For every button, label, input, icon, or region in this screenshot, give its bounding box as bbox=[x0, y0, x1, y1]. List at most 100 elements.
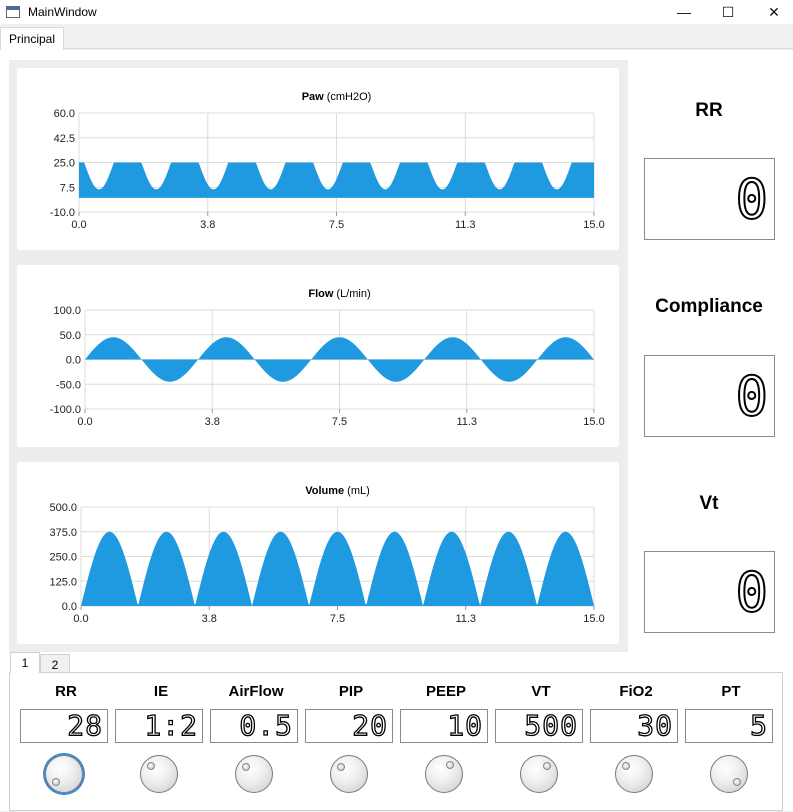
paw-chart-title: Paw (cmH2O) bbox=[302, 91, 372, 103]
paw-chart: Paw (cmH2O) 60.0 42.5 25.0 7.5 -10.00.0 3.8 7.5 1… bbox=[50, 91, 605, 231]
control-fio2-value: 30 bbox=[637, 709, 673, 742]
paw-y-tick-label: 42.5 bbox=[54, 133, 75, 145]
control-fio2-dial[interactable] bbox=[615, 755, 653, 793]
control-airflow-value: 0.5 bbox=[239, 709, 293, 742]
paw-unit-text: (cmH2O) bbox=[327, 91, 372, 103]
flow-chart-card: Flow (L/min) 100.0 50.0 0.0 -50.0 -100.0 0.0 3.8… bbox=[17, 265, 619, 447]
main-tab-bar: Principal bbox=[0, 27, 793, 50]
control-vt-value: 500 bbox=[524, 709, 578, 742]
volume-title-text: Volume bbox=[305, 485, 344, 497]
paw-x-tick-label: 7.5 bbox=[329, 219, 344, 231]
paw-x-tick-label: 3.8 bbox=[200, 219, 215, 231]
flow-y-tick-label: 0.0 bbox=[66, 355, 81, 367]
dial-indicator-icon bbox=[241, 762, 250, 771]
control-fio2-display: 30 bbox=[590, 709, 678, 743]
volume-x-tick-label: 3.8 bbox=[202, 613, 217, 625]
control-airflow-dial[interactable] bbox=[235, 755, 273, 793]
control-rr-value: 28 bbox=[67, 709, 103, 742]
control-pip-value: 20 bbox=[352, 709, 388, 742]
volume-unit-text: (mL) bbox=[347, 485, 370, 497]
control-tab-1[interactable]: 1 bbox=[10, 652, 40, 673]
paw-chart-card: Paw (cmH2O) 60.0 42.5 25.0 7.5 -10.0 0.0 3.8 7.5 1… bbox=[17, 68, 619, 250]
volume-x-tick-label: 0.0 bbox=[73, 613, 88, 625]
tab-principal[interactable]: Principal bbox=[0, 27, 65, 50]
paw-y-tick-label: 60.0 bbox=[54, 108, 75, 120]
paw-y-tick-label: -10.0 bbox=[50, 207, 75, 219]
control-airflow: AirFlow 0.5 bbox=[209, 673, 303, 812]
control-ie: IE 1:2 bbox=[114, 673, 208, 812]
control-pt-display: 5 bbox=[685, 709, 773, 743]
control-ie-dial[interactable] bbox=[140, 755, 178, 793]
paw-y-tick-label: 25.0 bbox=[54, 158, 75, 170]
dial-indicator-icon bbox=[336, 762, 345, 771]
flow-x-tick-label: 11.3 bbox=[456, 416, 477, 428]
side-rr-value: 0 bbox=[734, 168, 768, 231]
volume-y-tick-label: 250.0 bbox=[49, 552, 77, 564]
side-compliance-label: Compliance bbox=[655, 296, 763, 317]
flow-title-text: Flow bbox=[308, 288, 333, 300]
side-rr-display: 0 bbox=[644, 158, 775, 240]
control-pt-label: PT bbox=[721, 683, 741, 700]
dial-indicator-icon bbox=[446, 760, 455, 769]
flow-chart-title: Flow (L/min) bbox=[308, 288, 370, 300]
flow-x-tick-label: 7.5 bbox=[332, 416, 347, 428]
control-vt-dial[interactable] bbox=[520, 755, 558, 793]
minimize-button[interactable]: — bbox=[661, 0, 707, 24]
control-rr: RR 28 bbox=[19, 673, 113, 812]
volume-chart-card: Volume (mL) 500.0 375.0 250.0 125.0 0.0 0.0 3.8 7… bbox=[17, 462, 619, 644]
flow-y-tick-label: 50.0 bbox=[60, 330, 81, 342]
flow-x-tick-label: 15.0 bbox=[583, 416, 604, 428]
control-peep: PEEP 10 bbox=[399, 673, 493, 812]
control-peep-display: 10 bbox=[400, 709, 488, 743]
control-peep-value: 10 bbox=[447, 709, 483, 742]
control-tab-2[interactable]: 2 bbox=[40, 654, 70, 673]
control-airflow-label: AirFlow bbox=[228, 683, 284, 700]
volume-x-tick-label: 11.3 bbox=[455, 613, 476, 625]
control-pip-dial[interactable] bbox=[330, 755, 368, 793]
volume-x-tick-label: 7.5 bbox=[330, 613, 345, 625]
volume-y-tick-label: 375.0 bbox=[49, 527, 77, 539]
flow-x-tick-label: 3.8 bbox=[205, 416, 220, 428]
maximize-button[interactable]: ☐ bbox=[705, 0, 751, 24]
control-vt-display: 500 bbox=[495, 709, 583, 743]
dial-indicator-icon bbox=[52, 777, 61, 786]
control-fio2: FiO2 30 bbox=[589, 673, 683, 812]
side-compliance-value: 0 bbox=[734, 365, 768, 428]
side-compliance-display: 0 bbox=[644, 355, 775, 437]
control-peep-dial[interactable] bbox=[425, 755, 463, 793]
control-vt: VT 500 bbox=[494, 673, 588, 812]
side-rr-label: RR bbox=[695, 100, 723, 121]
dial-indicator-icon bbox=[542, 762, 551, 771]
main-content: Paw (cmH2O) 60.0 42.5 25.0 7.5 -10.0 0.0 3.8 7.5 1… bbox=[0, 50, 793, 811]
volume-y-tick-label: 125.0 bbox=[49, 576, 77, 588]
volume-y-tick-label: 500.0 bbox=[49, 502, 77, 514]
dial-indicator-icon bbox=[147, 762, 156, 771]
side-vt-label: Vt bbox=[699, 493, 719, 514]
dial-indicator-icon bbox=[732, 777, 741, 786]
flow-y-tick-label: -100.0 bbox=[50, 404, 81, 416]
control-pt-dial[interactable] bbox=[710, 755, 748, 793]
control-rr-dial[interactable] bbox=[45, 755, 83, 793]
control-pip: PIP 20 bbox=[304, 673, 398, 812]
title-bar: MainWindow — ☐ ✕ bbox=[0, 0, 793, 24]
flow-unit-text: (L/min) bbox=[336, 288, 370, 300]
charts-panel: Paw (cmH2O) 60.0 42.5 25.0 7.5 -10.0 0.0 3.8 7.5 1… bbox=[9, 60, 628, 652]
close-button[interactable]: ✕ bbox=[751, 0, 793, 24]
dial-indicator-icon bbox=[622, 762, 631, 771]
control-pip-label: PIP bbox=[338, 683, 364, 700]
side-vt-display: 0 bbox=[644, 551, 775, 633]
control-rr-label: RR bbox=[55, 683, 77, 700]
paw-x-tick-label: 0.0 bbox=[71, 219, 86, 231]
control-vt-label: VT bbox=[531, 683, 551, 700]
control-panel: RR 28 IE 1:2 AirFlow 0.5 PIP 20 PEEP 10 VT 500 FiO2 3… bbox=[9, 672, 783, 811]
volume-chart: Volume (mL) 500.0 375.0 250.0 125.0 0.00.0 3.8 7… bbox=[49, 485, 604, 625]
control-fio2-label: FiO2 bbox=[619, 683, 653, 700]
control-rr-display: 28 bbox=[20, 709, 108, 743]
control-airflow-display: 0.5 bbox=[210, 709, 298, 743]
flow-y-tick-label: -50.0 bbox=[56, 379, 81, 391]
side-vt-value: 0 bbox=[734, 561, 768, 624]
app-window-icon bbox=[6, 6, 20, 18]
flow-chart: Flow (L/min)100.050.00.0-50.0-100.00.0 3.8… bbox=[50, 288, 605, 428]
control-ie-label: IE bbox=[153, 683, 169, 700]
volume-y-tick-label: 0.0 bbox=[62, 601, 77, 613]
